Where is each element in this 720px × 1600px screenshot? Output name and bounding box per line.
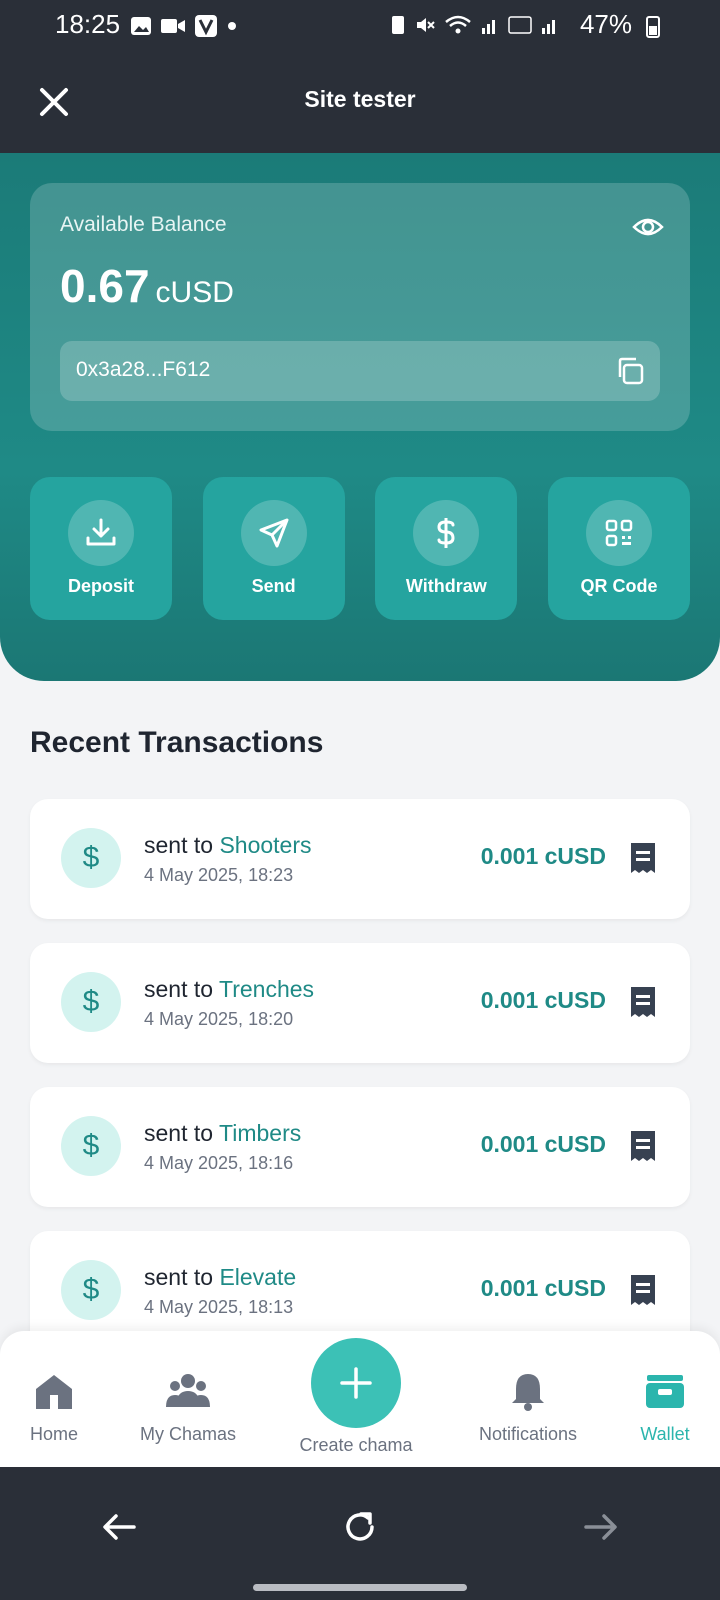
qr-code-label: QR Code [580,576,658,596]
system-nav-bar [0,1467,720,1600]
wallet-actions: Deposit Send Withdraw QR Code [30,477,690,620]
transaction-date: 4 May 2025, 18:23 [144,865,294,885]
dollar-icon [437,518,455,548]
dollar-icon: $ [61,972,121,1032]
deposit-button[interactable]: Deposit [30,477,172,620]
wifi-icon [445,15,471,34]
receipt-icon[interactable] [628,1273,658,1307]
transaction-row[interactable]: $ sent to Timbers 4 May 2025, 18:16 0.00… [30,1087,690,1207]
back-arrow-icon[interactable] [100,1507,140,1547]
balance-amount: 0.67 cUSD [60,259,234,313]
qr-code-button[interactable]: QR Code [547,477,690,620]
section-title: Recent Transactions [30,726,324,759]
dollar-icon: $ [61,1116,121,1176]
transaction-amount: 0.001 cUSD [480,987,606,1013]
transaction-row[interactable]: $ sent to Trenches 4 May 2025, 18:20 0.0… [30,943,690,1063]
app-bar: Site tester [0,52,720,153]
signal-2-icon [542,20,555,34]
home-icon [36,1375,72,1409]
create-chama-button[interactable] [311,1338,401,1428]
create-chama-label: Create chama [299,1435,413,1455]
receipt-icon[interactable] [628,985,658,1019]
plus-icon [340,1367,372,1399]
status-time: 18:25 [55,9,121,39]
receipt-icon[interactable] [628,1129,658,1163]
balance-label: Available Balance [60,213,227,236]
transaction-date: 4 May 2025, 18:16 [144,1153,294,1173]
balance-card: Available Balance 0.67 cUSD 0x3a28...F612 [30,183,690,431]
send-button[interactable]: Send [202,477,345,620]
recipient-name: Timbers [219,1120,302,1146]
transaction-amount: 0.001 cUSD [480,1275,606,1301]
qr-code-icon [605,519,633,547]
eye-icon[interactable] [632,211,664,243]
transaction-amount: 0.001 cUSD [480,1131,606,1157]
download-icon [86,518,116,546]
status-bar: 18:25 47% [0,0,720,52]
transaction-date: 4 May 2025, 18:13 [144,1297,294,1317]
mute-icon [417,18,435,32]
transaction-row[interactable]: $ sent to Shooters 4 May 2025, 18:23 0.0… [30,799,690,919]
recipient-name: Elevate [219,1264,297,1290]
tab-home[interactable]: Home [14,1371,94,1445]
recipient-name: Trenches [219,976,315,1002]
bell-icon [512,1374,544,1411]
transaction-amount: 0.001 cUSD [480,843,606,869]
battery-icon [646,16,660,38]
balance-currency: cUSD [155,276,234,309]
volte-icon [508,16,532,34]
forward-arrow-icon[interactable] [580,1507,620,1547]
recipient-name: Shooters [219,832,312,858]
v-app-icon [195,15,217,37]
send-icon [259,518,289,548]
withdraw-label: Withdraw [405,576,487,596]
signal-icon [482,20,495,34]
deposit-label: Deposit [67,576,134,596]
users-icon [166,1374,210,1407]
transaction-date: 4 May 2025, 18:20 [144,1009,294,1029]
battery-percent: 47% [579,9,632,39]
balance-value: 0.67 [60,260,150,312]
tab-wallet[interactable]: Wallet [630,1371,700,1445]
wallet-icon [646,1375,684,1408]
tab-my-chamas[interactable]: My Chamas [130,1371,246,1445]
battery-saver-icon [392,16,404,34]
send-label: Send [251,576,296,596]
image-icon [131,17,151,35]
video-icon [161,19,185,33]
dot-icon [228,22,236,30]
dollar-icon: $ [61,828,121,888]
home-handle[interactable] [253,1584,467,1591]
receipt-icon[interactable] [628,841,658,875]
page-title: Site tester [304,86,416,112]
dollar-icon: $ [61,1260,121,1320]
wallet-address[interactable]: 0x3a28...F612 [60,341,660,401]
wallet-address-text: 0x3a28...F612 [76,358,211,381]
tab-notifications[interactable]: Notifications [466,1371,590,1445]
copy-icon[interactable] [614,355,646,387]
withdraw-button[interactable]: Withdraw [375,477,518,620]
reload-icon[interactable] [340,1507,380,1547]
